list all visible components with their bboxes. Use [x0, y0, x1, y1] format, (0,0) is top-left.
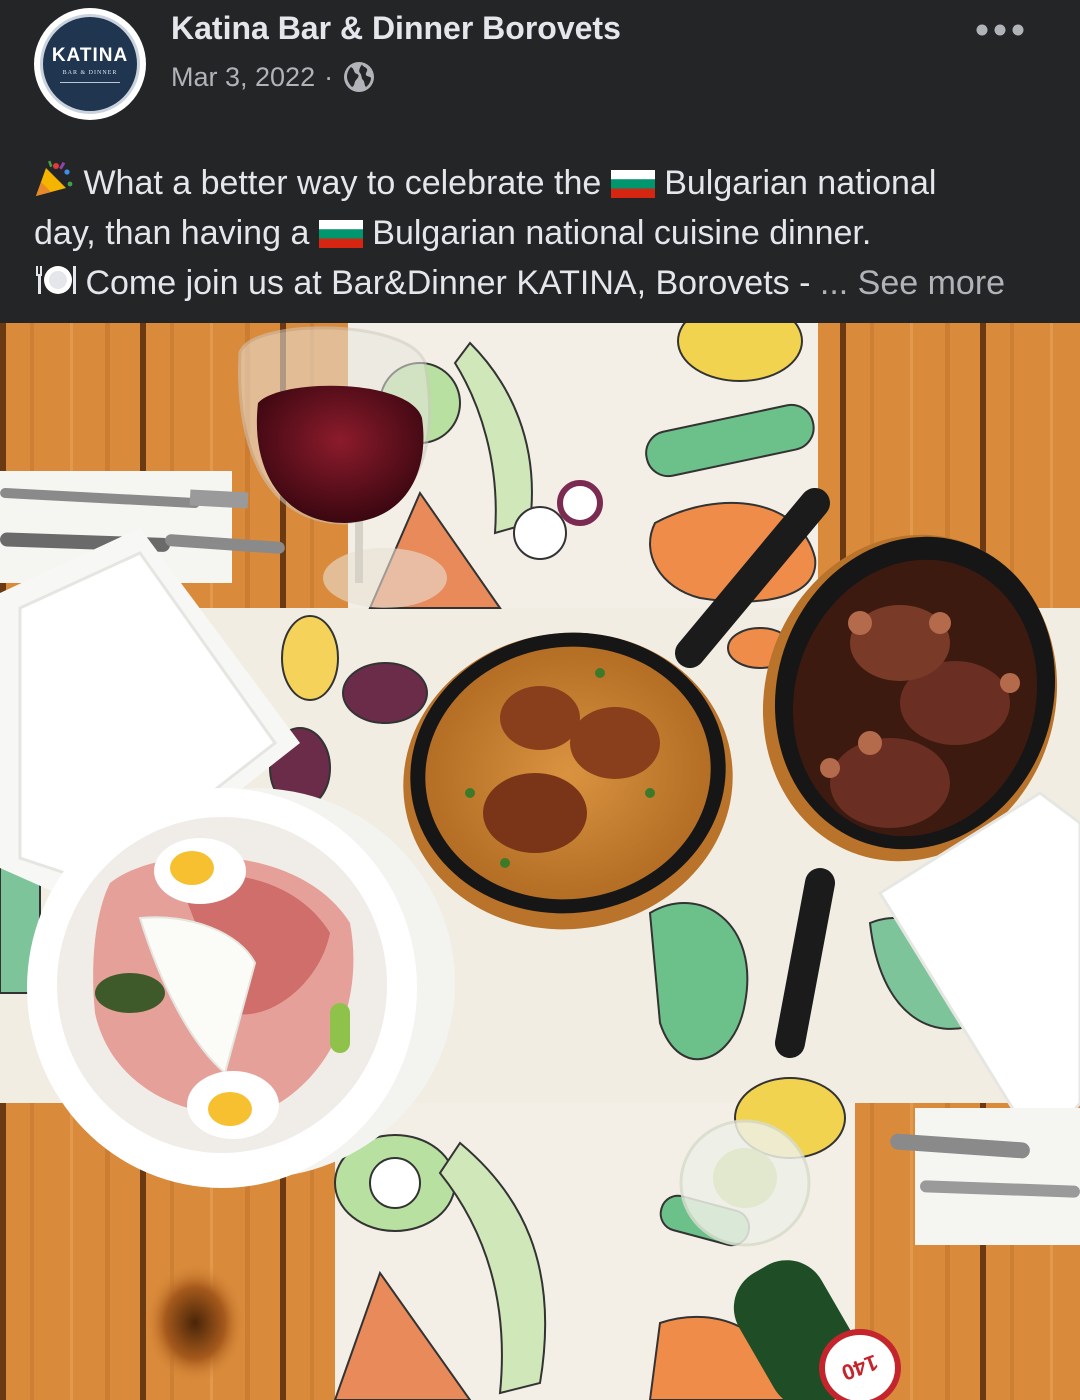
bulgaria-flag-icon [610, 164, 655, 210]
post-text-segment: day, than having a [34, 214, 310, 252]
logo-text: KATINA [51, 44, 129, 66]
party-popper-icon [34, 160, 74, 210]
logo-divider [60, 81, 120, 83]
post-photo[interactable]: 140 [0, 323, 1080, 1400]
plate-cutlery-icon [34, 262, 76, 310]
water-bottle [679, 1119, 811, 1247]
post-text-line-1: What a better way to celebrate the Bulga… [34, 160, 1054, 210]
post-text-segment: Bulgarian national [664, 164, 937, 202]
napkin-right [915, 1108, 1080, 1245]
page-name-link[interactable]: Katina Bar & Dinner Borovets [171, 10, 621, 47]
post-meta: Mar 3, 2022 · [171, 60, 375, 94]
post-text-line-3: Come join us at Bar&Dinner KATINA, Borov… [34, 260, 1054, 310]
see-more-link[interactable]: See more [858, 264, 1005, 302]
post-date[interactable]: Mar 3, 2022 [171, 62, 315, 93]
meta-separator: · [324, 61, 334, 92]
more-options-button[interactable] [970, 16, 1030, 44]
post-header: KATINA BAR & DINNER Katina Bar & Dinner … [0, 0, 1080, 130]
post-text-segment: Come join us at Bar&Dinner KATINA, Borov… [85, 264, 820, 302]
post-message: What a better way to celebrate the Bulga… [34, 160, 1054, 310]
post-text-segment: What a better way to celebrate the [83, 164, 602, 202]
page-avatar[interactable]: KATINA BAR & DINNER [34, 8, 146, 120]
post-text-segment: Bulgarian national cuisine dinner. [372, 214, 872, 252]
logo-subtext: BAR & DINNER [62, 69, 118, 76]
more-horizontal-icon [976, 24, 1024, 36]
bulgaria-flag-icon [318, 214, 363, 260]
ellipsis-text: ... [819, 264, 849, 302]
globe-icon[interactable] [343, 61, 375, 93]
post-text-line-2: day, than having a Bulgarian national cu… [34, 210, 1054, 260]
katina-logo: KATINA BAR & DINNER [40, 14, 140, 114]
